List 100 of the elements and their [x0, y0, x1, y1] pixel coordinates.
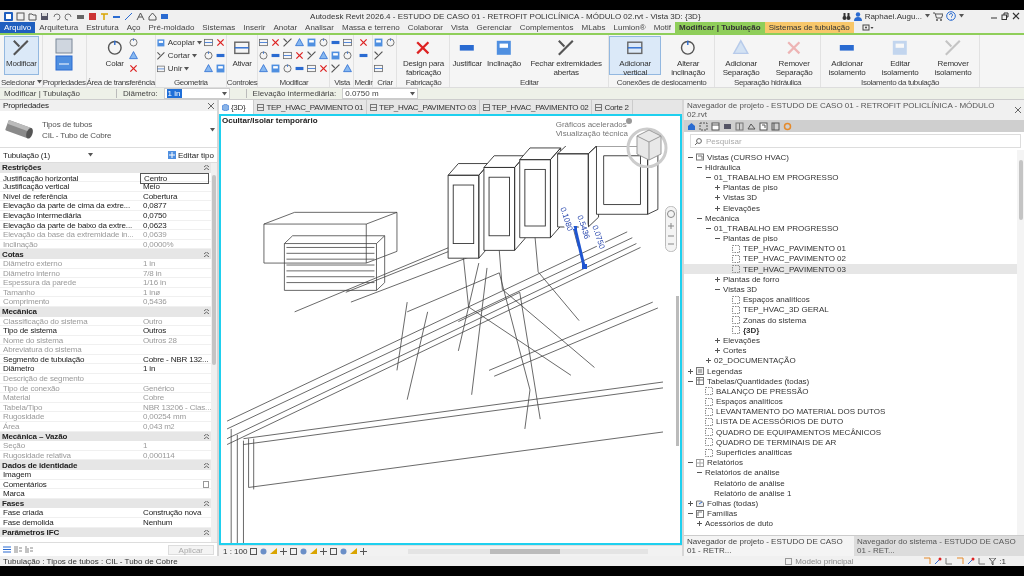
collapse-icon[interactable]: [687, 460, 693, 466]
tool-icon[interactable]: [258, 63, 270, 74]
tree-item[interactable]: LISTA DE ACESSÓRIOS DE DUTO: [684, 416, 1017, 428]
ribbon-tab[interactable]: Colaborar: [403, 22, 447, 33]
toolbar-icon[interactable]: [747, 121, 756, 131]
tree-item[interactable]: Legendas: [684, 365, 1017, 377]
navigation-bar-drawing[interactable]: [665, 206, 677, 252]
ribbon-tab[interactable]: Vista: [446, 22, 473, 33]
tool-icon[interactable]: [127, 37, 139, 48]
tree-item[interactable]: Espaços analíticos: [684, 396, 1017, 407]
tree-item[interactable]: {3D}: [684, 325, 1017, 336]
collapse-icon[interactable]: [687, 511, 693, 517]
collapse-icon[interactable]: [705, 225, 711, 231]
ribbon-tab[interactable]: Motif: [649, 22, 675, 33]
ribbon-tab[interactable]: Massa e terreno: [337, 22, 404, 33]
toolbar-icon[interactable]: [723, 121, 732, 131]
selection-option-icon[interactable]: [934, 557, 943, 565]
tool-icon[interactable]: [373, 37, 385, 48]
tree-item[interactable]: Elevações: [684, 202, 1017, 214]
section-header[interactable]: Dados de identidade: [0, 460, 212, 470]
toolbar-icon[interactable]: [711, 121, 720, 131]
tree-item[interactable]: Vistas (CURSO HVAC): [684, 152, 1017, 163]
tree-item[interactable]: Relatório de análise 1: [684, 488, 1017, 499]
view-scale[interactable]: 1 : 100: [223, 546, 248, 556]
ribbon-button[interactable]: Justificar: [450, 36, 485, 75]
tool-icon[interactable]: [258, 50, 270, 61]
tree-item[interactable]: Tabelas/Quantidades (todas): [684, 376, 1017, 387]
tool-icon[interactable]: [214, 37, 226, 48]
tree-item[interactable]: Plantas de piso: [684, 182, 1017, 193]
tree-item[interactable]: Mecânica: [684, 213, 1017, 224]
ribbon-tab[interactable]: MLabs: [577, 22, 610, 33]
collapse-icon[interactable]: [714, 236, 720, 242]
restore-icon[interactable]: [1001, 12, 1009, 20]
expand-icon[interactable]: [714, 276, 720, 282]
browser-tab[interactable]: Navegador do sistema - ESTUDO DE CASO 01 - RET...: [854, 535, 1024, 556]
expand-icon[interactable]: [687, 500, 693, 506]
collapse-icon[interactable]: [696, 215, 702, 221]
expand-icon[interactable]: [714, 337, 720, 343]
tree-item[interactable]: Folhas (todas): [684, 498, 1017, 509]
ribbon-tab[interactable]: Arquivo: [0, 22, 36, 33]
expand-icon[interactable]: [714, 205, 720, 211]
expand-icon[interactable]: [714, 185, 720, 191]
tool-icon[interactable]: [357, 37, 369, 48]
ribbon-tab[interactable]: Lumion®: [609, 22, 650, 33]
scrollbar-thumb[interactable]: [490, 548, 560, 554]
collapse-icon[interactable]: [687, 154, 693, 160]
binoculars-icon[interactable]: [841, 11, 851, 21]
categorize-icon[interactable]: [3, 546, 11, 553]
expand-icon[interactable]: [714, 348, 720, 354]
tree-item[interactable]: Cortes: [684, 345, 1017, 356]
ribbon-tab[interactable]: Sistemas: [198, 22, 240, 33]
tool-icon[interactable]: [270, 37, 282, 48]
tool-icon[interactable]: [54, 38, 75, 72]
tree-item[interactable]: TEP_HVAC_PAVIMENTO 02: [684, 253, 1017, 265]
toolbar-icon[interactable]: [40, 11, 49, 21]
tool-icon[interactable]: [202, 50, 214, 61]
tool-icon[interactable]: [330, 63, 342, 74]
tree-item[interactable]: Relatório de análise: [684, 478, 1017, 489]
collapse-icon[interactable]: [714, 287, 720, 293]
tree-item[interactable]: QUADRO DE EQUIPAMENTOS MECÂNICOS: [684, 427, 1017, 438]
close-icon[interactable]: [1012, 12, 1020, 20]
collapse-icon[interactable]: [696, 470, 702, 476]
tool-icon[interactable]: [127, 50, 139, 61]
tool-icon[interactable]: [282, 50, 294, 61]
toolbar-icon[interactable]: [735, 121, 744, 131]
ribbon-tab[interactable]: Modificar | Tubulação: [675, 22, 765, 33]
tool-icon[interactable]: [318, 63, 330, 74]
ribbon-button[interactable]: Design para fabricação: [397, 36, 450, 75]
section-header[interactable]: Restrições: [0, 163, 212, 173]
edit-type-button[interactable]: Editar tipo: [167, 150, 214, 160]
ribbon-button[interactable]: Unir: [155, 63, 202, 74]
tree-item[interactable]: Plantas de piso: [684, 233, 1017, 244]
toolbar-icon[interactable]: [771, 121, 780, 131]
ribbon-button[interactable]: Alterar inclinação: [662, 36, 715, 75]
section-header[interactable]: Mecânica: [0, 306, 212, 317]
ribbon-tab[interactable]: Anotar: [269, 22, 302, 33]
ribbon-button[interactable]: Adicionar isolamento: [821, 36, 874, 75]
ribbon-button[interactable]: Cortar: [155, 50, 202, 61]
tree-item[interactable]: TEP_HVAC_PAVIMENTO 01: [684, 243, 1017, 254]
expand-icon[interactable]: [696, 521, 702, 527]
tool-icon[interactable]: [318, 50, 330, 61]
filter-icon[interactable]: [989, 557, 997, 565]
model-icon[interactable]: [785, 557, 793, 565]
tool-icon[interactable]: [330, 50, 342, 61]
tool-icon[interactable]: [373, 50, 385, 61]
collapse-icon[interactable]: [705, 174, 711, 180]
user-name[interactable]: Raphael.Augu...: [864, 11, 922, 21]
tool-icon[interactable]: [270, 63, 282, 74]
ribbon-button[interactable]: Inclinação: [485, 36, 524, 75]
toolbar-icon[interactable]: [136, 11, 145, 21]
tool-icon[interactable]: [385, 37, 397, 48]
collapse-icon[interactable]: [696, 164, 702, 170]
scrollbar-thumb[interactable]: [212, 175, 217, 365]
view-control-icon[interactable]: [360, 547, 368, 555]
help-icon[interactable]: [946, 11, 956, 21]
section-header[interactable]: Mecânica – Vazão: [0, 431, 212, 442]
tool-icon[interactable]: [258, 37, 270, 48]
ribbon-tab[interactable]: Estrutura: [82, 22, 123, 33]
tool-icon[interactable]: [294, 37, 306, 48]
tool-icon[interactable]: [282, 63, 294, 74]
